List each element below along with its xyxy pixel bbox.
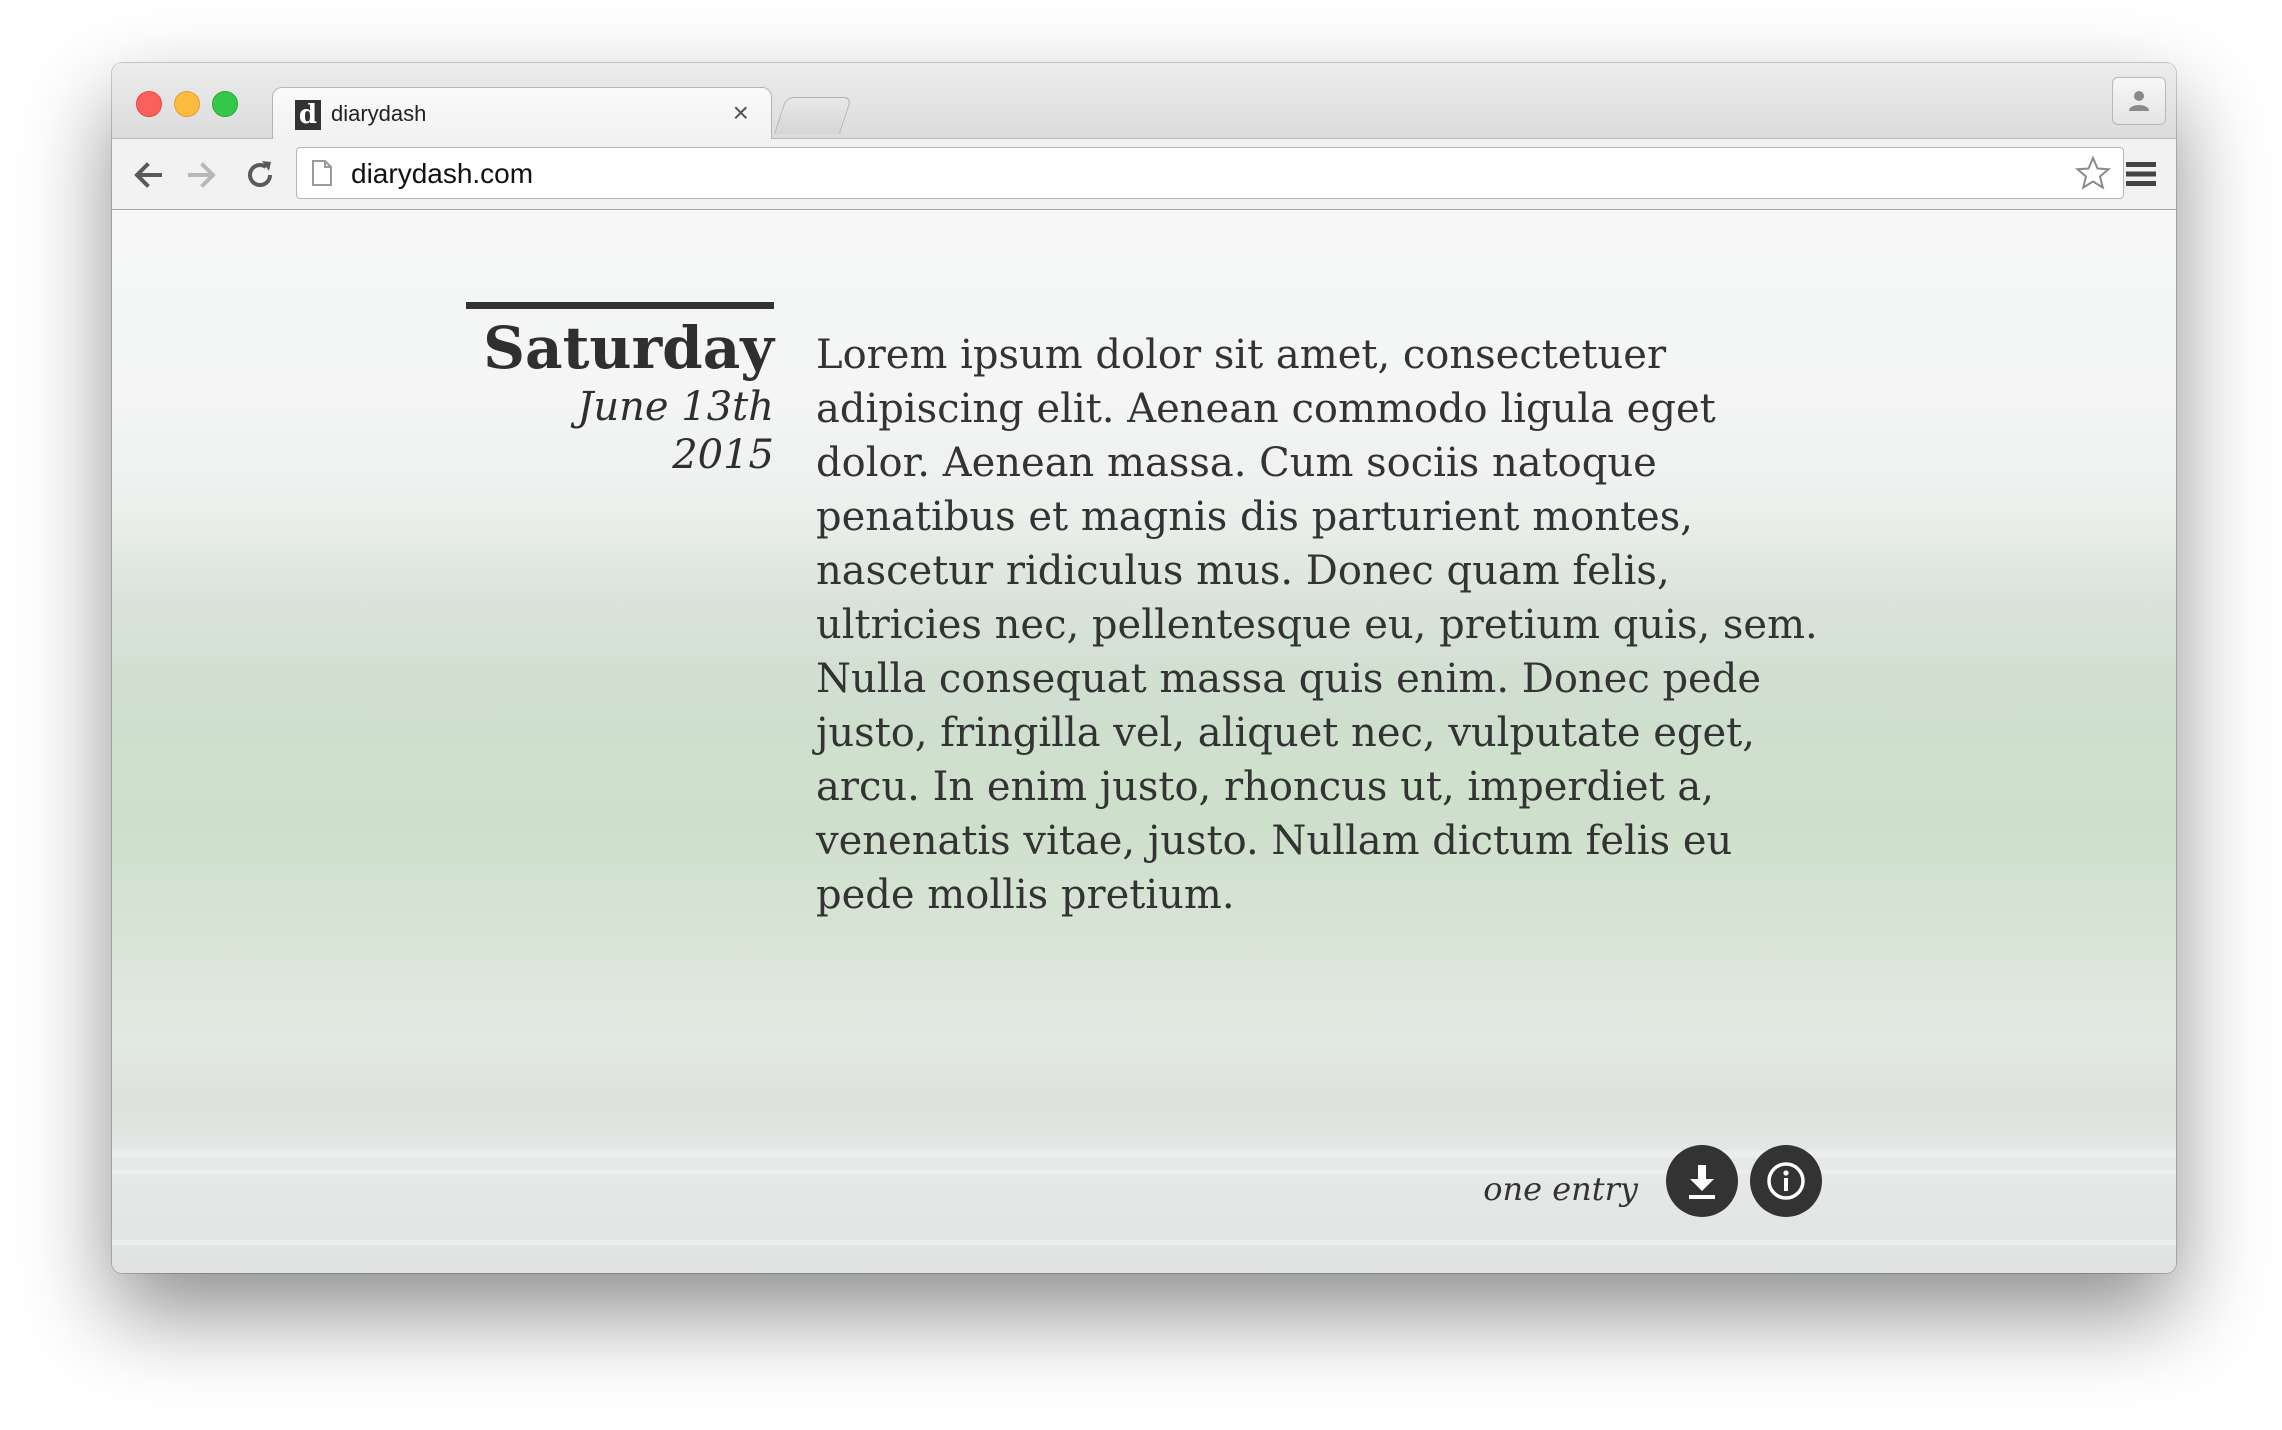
close-tab-icon[interactable]: × (733, 97, 749, 129)
info-button[interactable] (1750, 1145, 1822, 1217)
entry-count: one entry (1483, 1170, 1638, 1208)
forward-arrow-icon[interactable] (184, 157, 220, 193)
browser-window: d diarydash × diarydash.com Saturday Jun… (112, 63, 2176, 1273)
download-button[interactable] (1666, 1145, 1738, 1217)
zoom-window-button[interactable] (212, 91, 238, 117)
person-icon (2129, 91, 2149, 111)
heading-rule (466, 302, 774, 309)
url-input[interactable] (351, 158, 1951, 190)
entry-heading: Saturday June 13th 2015 (466, 302, 774, 479)
tab-diarydash[interactable]: d diarydash × (272, 87, 772, 140)
minimize-window-button[interactable] (174, 91, 200, 117)
menu-icon[interactable] (2124, 159, 2158, 189)
tab-strip: d diarydash × (112, 63, 2176, 140)
back-arrow-icon[interactable] (130, 157, 166, 193)
background-rail (112, 1150, 2176, 1158)
entry-date: June 13th 2015 (577, 384, 774, 478)
info-icon (1767, 1162, 1805, 1200)
favicon-icon: d (295, 100, 321, 130)
reload-icon[interactable] (242, 157, 278, 193)
diary-page: Saturday June 13th 2015 Lorem ipsum dolo… (112, 210, 2176, 1273)
background-rail (112, 1240, 2176, 1245)
page-icon (312, 160, 332, 186)
download-icon (1689, 1165, 1715, 1199)
entry-day: Saturday (483, 314, 774, 382)
entry-body[interactable]: Lorem ipsum dolor sit amet, consectetuer… (816, 328, 1826, 922)
close-window-button[interactable] (136, 91, 162, 117)
bookmark-star-icon[interactable] (2075, 155, 2111, 191)
toolbar (112, 139, 2176, 210)
tab-title: diarydash (331, 101, 427, 126)
new-tab-button[interactable] (773, 97, 853, 134)
address-bar[interactable] (296, 147, 2124, 199)
background-rail (112, 1170, 2176, 1174)
profile-button[interactable] (2112, 77, 2166, 125)
